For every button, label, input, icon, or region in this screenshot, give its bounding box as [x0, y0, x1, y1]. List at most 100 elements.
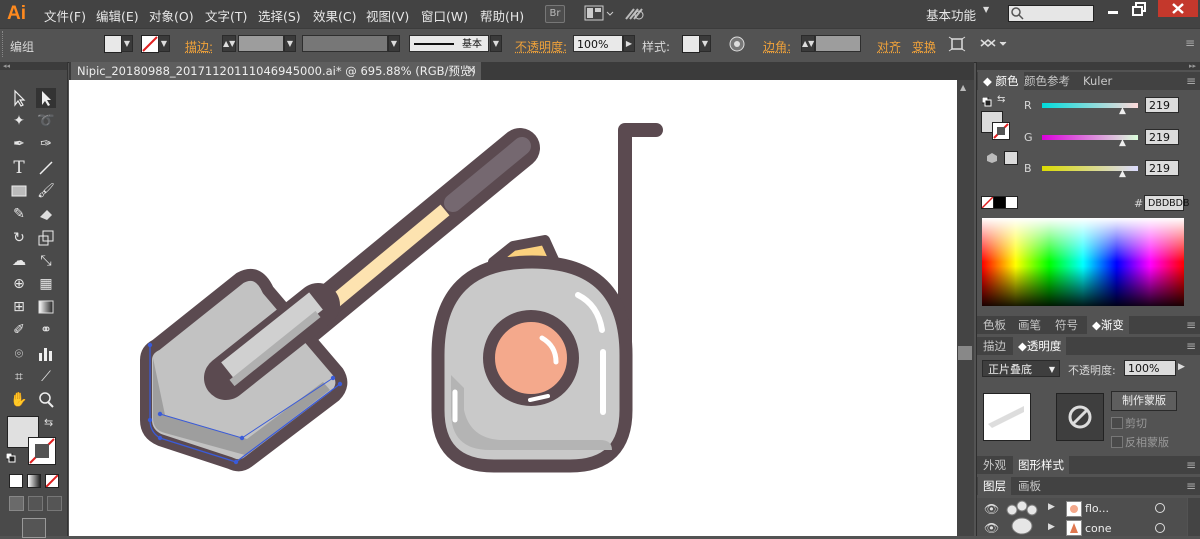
- fill-swatch[interactable]: [104, 35, 122, 53]
- tab-color-guide[interactable]: 颜色参考: [1019, 72, 1075, 90]
- control-bar-grip[interactable]: [2, 31, 6, 57]
- appearance-panel-menu-icon[interactable]: ≡: [1186, 458, 1196, 472]
- stroke-label[interactable]: 描边:: [185, 38, 213, 55]
- scroll-up-icon[interactable]: ▲: [960, 83, 966, 92]
- corner-radius-field[interactable]: [815, 35, 861, 52]
- color-stroke-box[interactable]: [992, 122, 1010, 140]
- slice-tool-icon[interactable]: ⟋: [36, 367, 56, 387]
- type-tool-icon[interactable]: T: [9, 158, 29, 178]
- draw-normal-icon[interactable]: [9, 496, 24, 511]
- clip-checkbox[interactable]: [1111, 417, 1123, 429]
- tab-stroke[interactable]: 描边: [978, 337, 1011, 355]
- tab-brushes[interactable]: 画笔: [1013, 316, 1046, 334]
- tab-transparency[interactable]: ◆透明度: [1013, 337, 1067, 355]
- g-slider-thumb[interactable]: ▲: [1119, 138, 1126, 148]
- r-value-field[interactable]: 219: [1145, 97, 1179, 113]
- corner-label[interactable]: 边角:: [763, 38, 791, 55]
- default-fill-stroke-icon[interactable]: [981, 96, 992, 107]
- object-thumbnail[interactable]: [983, 393, 1031, 441]
- tab-symbols[interactable]: 符号: [1050, 316, 1083, 334]
- stroke-weight-field[interactable]: [238, 35, 284, 52]
- vertical-scrollbar[interactable]: [957, 80, 974, 536]
- recolor-artwork-icon[interactable]: [729, 36, 745, 55]
- stroke-dropdown[interactable]: ▼: [158, 35, 170, 52]
- swap-icon[interactable]: ⇆: [997, 94, 1005, 105]
- opacity-label[interactable]: 不透明度:: [515, 38, 567, 55]
- visibility-eye-icon[interactable]: 👁: [984, 521, 999, 535]
- transform-link[interactable]: 变换: [912, 38, 936, 55]
- gradient-tool-icon[interactable]: [36, 297, 56, 317]
- mask-thumbnail[interactable]: [1056, 393, 1104, 441]
- layers-scrollbar[interactable]: [1188, 498, 1200, 536]
- none-mode-button[interactable]: [45, 474, 59, 488]
- lasso-tool-icon[interactable]: ➰: [36, 111, 56, 131]
- corner-stepper[interactable]: ▲▼: [801, 35, 815, 52]
- tape-hook[interactable]: [618, 123, 663, 345]
- align-link[interactable]: 对齐: [877, 38, 901, 55]
- zoom-tool-icon[interactable]: [36, 390, 56, 410]
- curvature-tool-icon[interactable]: ✑: [36, 134, 56, 154]
- tab-artboards[interactable]: 画板: [1013, 477, 1046, 495]
- scale-tool-icon[interactable]: [36, 228, 56, 248]
- b-slider-thumb[interactable]: ▲: [1119, 169, 1126, 179]
- make-mask-button[interactable]: 制作蒙版: [1111, 391, 1177, 411]
- hex-value-field[interactable]: DBDBDB: [1144, 195, 1190, 211]
- menu-window[interactable]: 窗口(W): [421, 6, 468, 25]
- menu-file[interactable]: 文件(F): [44, 6, 86, 25]
- isolate-group-icon[interactable]: [948, 36, 966, 55]
- white-swatch[interactable]: [1005, 196, 1018, 209]
- default-colors-icon[interactable]: [5, 452, 16, 463]
- stroke-weight-stepper[interactable]: ▲▼: [222, 35, 236, 52]
- arrange-documents-icon[interactable]: [584, 5, 614, 24]
- control-panel-menu-icon[interactable]: ≡: [1185, 36, 1195, 50]
- column-graph-tool-icon[interactable]: [36, 344, 56, 364]
- tab-gradient[interactable]: ◆渐变: [1087, 316, 1129, 334]
- gpu-performance-icon[interactable]: [624, 5, 646, 24]
- document-tab[interactable]: Nipic_20180988_20171120111046945000.ai* …: [71, 62, 481, 80]
- shape-builder-tool-icon[interactable]: ⊕: [9, 274, 29, 294]
- free-transform-tool-icon[interactable]: ⤡: [36, 251, 56, 271]
- target-circle-icon[interactable]: [1155, 503, 1165, 513]
- gradient-mode-button[interactable]: [27, 474, 41, 488]
- menu-help[interactable]: 帮助(H): [480, 6, 524, 25]
- artwork[interactable]: [69, 80, 958, 536]
- tab-kuler[interactable]: Kuler: [1078, 72, 1117, 90]
- perspective-grid-tool-icon[interactable]: ▦: [36, 274, 56, 294]
- blend-tool-icon[interactable]: ⚭: [36, 320, 56, 340]
- mesh-tool-icon[interactable]: ⊞: [9, 297, 29, 317]
- variable-width-profile[interactable]: [302, 35, 388, 52]
- opacity-field[interactable]: 100%: [573, 35, 623, 52]
- stroke-color-box[interactable]: [28, 437, 56, 465]
- magic-wand-tool-icon[interactable]: ✦: [9, 111, 29, 131]
- tab-appearance[interactable]: 外观: [978, 456, 1011, 474]
- restore-icon[interactable]: [1132, 2, 1146, 16]
- close-tab-icon[interactable]: ×: [466, 62, 477, 80]
- expand-triangle-icon[interactable]: ▶: [1048, 522, 1055, 532]
- color-panel-menu-icon[interactable]: ≡: [1186, 74, 1196, 88]
- transparency-panel-menu-icon[interactable]: ≡: [1186, 339, 1196, 353]
- expand-triangle-icon[interactable]: ▶: [1048, 502, 1055, 512]
- pencil-tool-icon[interactable]: ✎: [9, 204, 29, 224]
- chevron-down-icon[interactable]: ▼: [983, 5, 989, 14]
- hand-tool-icon[interactable]: ✋: [9, 390, 29, 410]
- menu-effect[interactable]: 效果(C): [313, 6, 356, 25]
- menu-object[interactable]: 对象(O): [149, 6, 194, 25]
- rotate-tool-icon[interactable]: ↻: [9, 228, 29, 248]
- warp-tool-icon[interactable]: ☁: [9, 251, 29, 271]
- transparency-opacity-field[interactable]: 100%: [1124, 360, 1176, 376]
- eraser-tool-icon[interactable]: [36, 204, 56, 224]
- dock-header[interactable]: ▸▸: [977, 62, 1200, 70]
- color-mode-button[interactable]: [9, 474, 23, 488]
- tools-panel-header[interactable]: ◂◂: [0, 62, 67, 70]
- opacity-slider-arrow[interactable]: ▶: [1178, 362, 1185, 372]
- bridge-icon[interactable]: Br: [545, 5, 565, 23]
- web-safe-swatch[interactable]: [1004, 151, 1018, 165]
- layer-name-2[interactable]: cone: [1085, 522, 1112, 535]
- stroke-swatch[interactable]: [141, 35, 159, 53]
- brush-dropdown[interactable]: ▼: [490, 35, 502, 52]
- invert-mask-checkbox[interactable]: [1111, 436, 1123, 448]
- draw-behind-icon[interactable]: [28, 496, 43, 511]
- artboard-tool-icon[interactable]: ⌗: [9, 367, 29, 387]
- blend-mode-select[interactable]: 正片叠底 ▼: [982, 360, 1060, 377]
- g-value-field[interactable]: 219: [1145, 129, 1179, 145]
